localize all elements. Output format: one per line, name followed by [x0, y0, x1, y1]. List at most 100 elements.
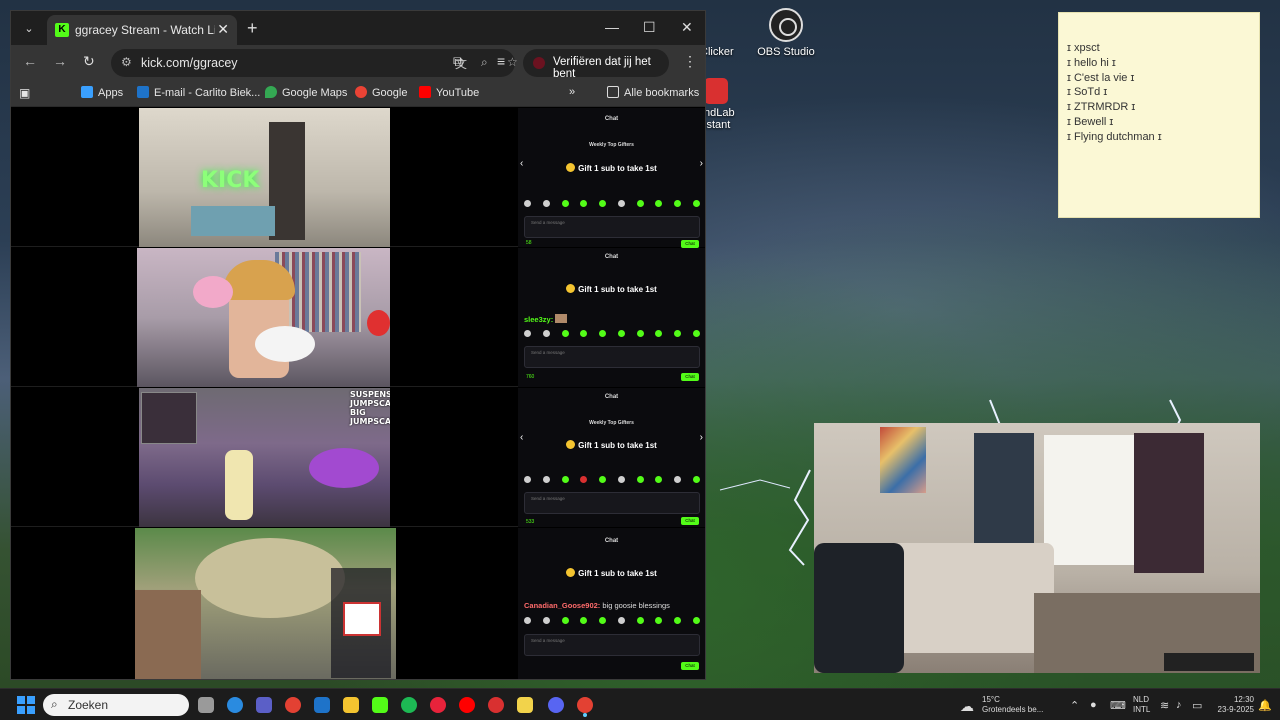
outlook-icon: [137, 86, 149, 98]
media-player-icon[interactable]: [430, 697, 446, 713]
desktop-icon-obs-studio[interactable]: OBS Studio: [750, 8, 822, 58]
bookmark-star-icon[interactable]: ☆: [507, 55, 518, 69]
microphone-icon[interactable]: ●: [1090, 699, 1097, 711]
bookmark-youtube[interactable]: YouTube: [419, 86, 479, 99]
window-light-graphic: [1044, 435, 1134, 565]
chat-send-button[interactable]: Chat: [681, 373, 699, 381]
weather-cloud-icon[interactable]: ☁: [960, 698, 974, 715]
site-info-icon[interactable]: ⚙: [121, 55, 132, 69]
apps-grid-icon: [81, 86, 93, 98]
google-icon: [355, 86, 367, 98]
gift-sub-banner[interactable]: Gift 1 sub to take 1st: [518, 568, 705, 578]
close-window-button[interactable]: ✕: [681, 19, 693, 36]
chat-send-button[interactable]: Chat: [681, 240, 699, 248]
keyboard-graphic: [1164, 653, 1254, 671]
gift-sub-banner[interactable]: Gift 1 sub to take 1st: [518, 163, 705, 173]
chat-input[interactable]: Send a message: [524, 492, 700, 514]
windows-start-icon[interactable]: [17, 696, 35, 714]
back-button[interactable]: ←: [23, 53, 37, 69]
menu-icon[interactable]: ⋮: [683, 53, 697, 70]
game-arena-graphic: [195, 538, 345, 618]
media-control-icon[interactable]: ≡: [497, 53, 505, 69]
notepad-icon[interactable]: [517, 697, 533, 713]
new-tab-button[interactable]: +: [247, 18, 258, 39]
bookmark-email[interactable]: E-mail - Carlito Biek...: [137, 86, 260, 99]
minimize-button[interactable]: —: [605, 19, 619, 35]
weather-widget[interactable]: 15°C Grotendeels be...: [982, 695, 1043, 715]
maximize-button[interactable]: ☐: [643, 19, 656, 36]
more-bookmarks-chevron-icon[interactable]: »: [569, 86, 575, 98]
address-url: kick.com/ggracey: [141, 56, 238, 70]
bookmark-google-maps[interactable]: Google Maps: [265, 86, 347, 99]
stream-video-3[interactable]: SUSPENSE JUMPSCARE BIG JUMPSCARE: [139, 388, 390, 527]
chrome-icon[interactable]: [285, 697, 301, 713]
taskbar-search[interactable]: ⌕ Zoeken: [43, 694, 189, 716]
chat-panel-2: Chat Gift 1 sub to take 1st slee3zy: Sen…: [518, 248, 705, 387]
chrome-active-icon[interactable]: [577, 697, 593, 713]
volume-icon[interactable]: ♪: [1176, 699, 1182, 711]
overlay-line: SUSPENSE: [350, 390, 390, 399]
chat-input[interactable]: Send a message: [524, 216, 700, 238]
gift-sub-banner[interactable]: Gift 1 sub to take 1st: [518, 440, 705, 450]
youtube-music-icon[interactable]: [459, 697, 475, 713]
taskbar: ⌕ Zoeken ☁ 15°C Grotendeels be... ⌃ ● ⌨ …: [0, 688, 1280, 720]
channel-points: 760: [526, 374, 535, 380]
clock[interactable]: 12:30 23-9-2025: [1214, 695, 1254, 715]
emote-bar[interactable]: [524, 330, 700, 338]
edge-icon[interactable]: [227, 697, 243, 713]
desktop-icon-clicker[interactable]: Clicker: [700, 12, 740, 58]
bookmark-google[interactable]: Google: [355, 86, 407, 99]
forward-button[interactable]: →: [53, 53, 67, 69]
language-indicator[interactable]: NLD INTL: [1133, 695, 1150, 715]
task-view-icon[interactable]: [198, 697, 214, 713]
kick-app-icon[interactable]: [372, 697, 388, 713]
bookmark-label: E-mail - Carlito Biek...: [154, 87, 261, 99]
close-tab-icon[interactable]: ✕: [217, 21, 229, 38]
wifi-icon[interactable]: ≋: [1160, 699, 1169, 712]
spotify-icon[interactable]: [401, 697, 417, 713]
chat-username[interactable]: Canadian_Goose902:: [524, 601, 600, 610]
bookmark-apps[interactable]: Apps: [81, 86, 123, 99]
sticky-note[interactable]: ɪ xpsct ɪ hello hi ɪ ɪ C'est la vie ɪ ɪ …: [1058, 12, 1260, 218]
chevron-up-icon[interactable]: ⌃: [1070, 699, 1079, 712]
stream-video-2[interactable]: [137, 248, 390, 387]
discord-icon[interactable]: [548, 697, 564, 713]
chat-input[interactable]: Send a message: [524, 346, 700, 368]
stream-video-1[interactable]: KICK: [139, 108, 390, 247]
teams-icon[interactable]: [256, 697, 272, 713]
outlook-icon[interactable]: [314, 697, 330, 713]
chat-username[interactable]: slee3zy:: [524, 315, 553, 324]
overlay-line: JUMPSCARE: [350, 417, 390, 426]
zoom-icon[interactable]: ⌕: [481, 55, 488, 70]
profile-verify-button[interactable]: Verifiëren dat jij het bent: [523, 49, 669, 80]
microphone-graphic: [255, 326, 315, 362]
extensions-icon[interactable]: ⧉: [453, 53, 463, 70]
file-explorer-icon[interactable]: [343, 697, 359, 713]
tab-groups-icon[interactable]: ▣: [19, 86, 30, 100]
all-bookmarks-folder[interactable]: Alle bookmarks: [607, 86, 699, 99]
sticky-line: ɪ SoTd ɪ: [1067, 86, 1108, 99]
chat-input[interactable]: Send a message: [524, 634, 700, 656]
chat-send-button[interactable]: Chat: [681, 662, 699, 670]
purple-foliage-graphic: [309, 448, 379, 488]
kick-favicon-icon: K: [55, 23, 69, 37]
keyboard-icon[interactable]: ⌨: [1110, 699, 1126, 712]
streamlabs-icon[interactable]: [488, 697, 504, 713]
verify-label: Verifiëren dat jij het bent: [553, 56, 651, 80]
emote-bar[interactable]: [524, 200, 700, 208]
chat-send-button[interactable]: Chat: [681, 517, 699, 525]
emote-bar[interactable]: [524, 617, 700, 625]
keyboard-layout: INTL: [1133, 705, 1151, 714]
tab-search-button[interactable]: ⌄: [19, 19, 39, 39]
chat-header: Chat: [604, 116, 619, 122]
sticky-line: ɪ hello hi ɪ: [1067, 56, 1116, 69]
tab-kick-stream[interactable]: K ggracey Stream - Watch Live on Kick ✕: [47, 15, 237, 45]
emote-bar[interactable]: [524, 476, 700, 484]
stream-video-4[interactable]: [135, 528, 396, 679]
chat-panel-1: Chat Weekly Top Gifters ‹ › Gift 1 sub t…: [518, 108, 705, 248]
battery-icon[interactable]: ▭: [1192, 699, 1202, 712]
reload-button[interactable]: ↻: [83, 53, 95, 70]
gift-sub-banner[interactable]: Gift 1 sub to take 1st: [518, 284, 705, 294]
notification-bell-icon[interactable]: 🔔: [1258, 699, 1272, 712]
desktop-icon-ndlab[interactable]: ndLab istant: [704, 78, 744, 131]
